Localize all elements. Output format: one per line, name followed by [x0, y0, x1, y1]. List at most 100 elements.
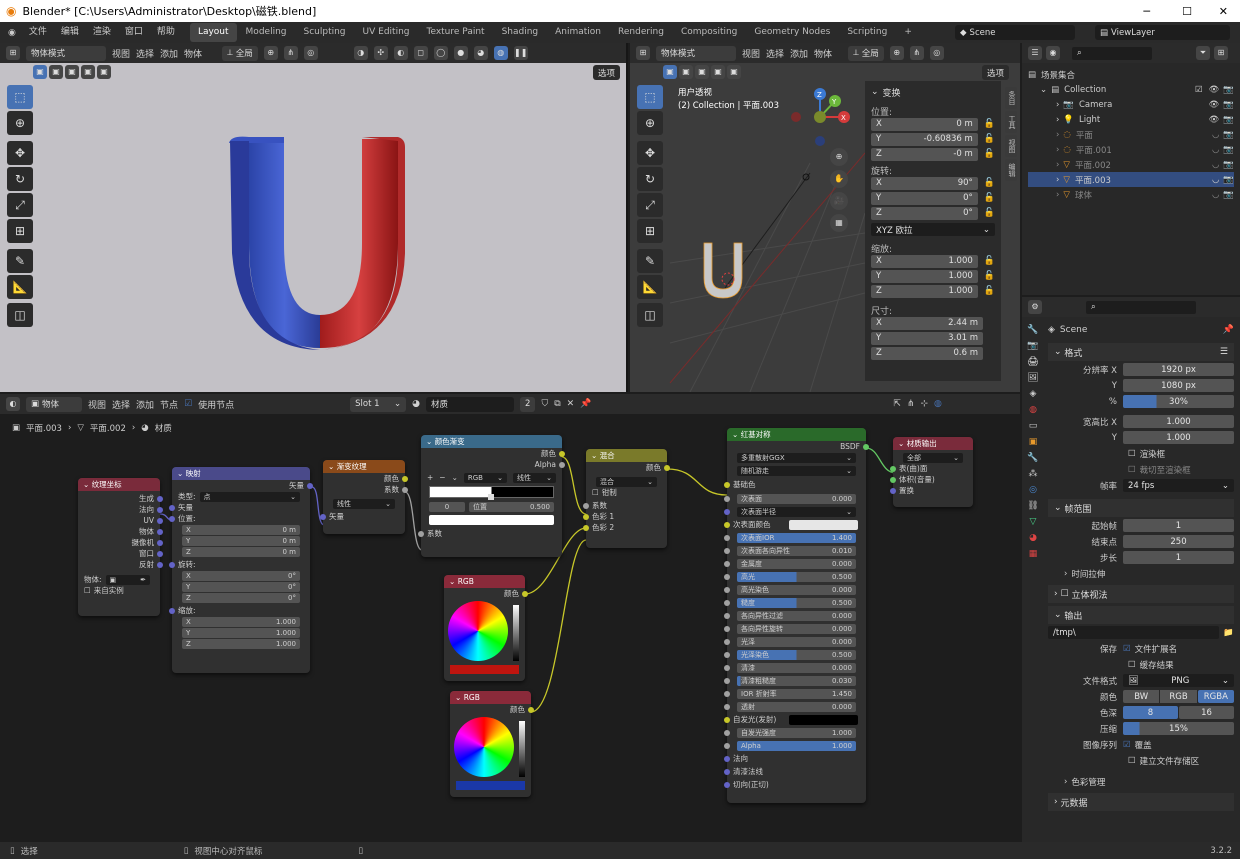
- tab-sculpting[interactable]: Sculpting: [296, 23, 354, 42]
- color-management-subpanel[interactable]: › 色彩管理: [1048, 774, 1234, 789]
- vector-component-field[interactable]: Z0 m: [182, 546, 300, 557]
- world-tab-icon[interactable]: ◍: [1029, 405, 1037, 415]
- checkbox-icon[interactable]: ☐: [1060, 589, 1068, 599]
- socket-icon[interactable]: [863, 443, 869, 450]
- add-stop-icon[interactable]: +: [427, 473, 433, 482]
- socket-icon[interactable]: [169, 504, 175, 511]
- vector-component-field[interactable]: Y0 m: [182, 535, 300, 546]
- bsdf-value-slider[interactable]: 次表面各向异性 0.010: [737, 545, 856, 556]
- physics-tab-icon[interactable]: ◎: [1029, 485, 1037, 495]
- stop-index-field[interactable]: 0: [429, 501, 465, 512]
- color-rgba-button[interactable]: RGBA: [1197, 690, 1234, 703]
- socket-icon[interactable]: [890, 476, 896, 483]
- visibility-eye-icon[interactable]: ◡: [1212, 160, 1219, 170]
- socket-icon[interactable]: [157, 550, 163, 557]
- socket-icon[interactable]: [724, 638, 730, 645]
- visibility-eye-icon[interactable]: 👁: [1209, 115, 1220, 125]
- object-picker[interactable]: ▣ ✒: [105, 574, 150, 585]
- color-rgb-button[interactable]: RGB: [1160, 690, 1197, 703]
- clamp-row[interactable]: ☐ 钳制: [586, 487, 667, 498]
- viewport-left[interactable]: ⊞ 物体模式 视图 选择 添加 物体 ⟂ 全局 ⊕ ⋔ ◎ ◑ ✣ ◐ ◻ ◯ ●…: [0, 43, 628, 392]
- lock-icon[interactable]: 🔓: [984, 286, 995, 296]
- target-dropdown[interactable]: 全部 ⌄: [903, 452, 963, 463]
- stop-position-field[interactable]: 位置 0.500: [469, 501, 554, 512]
- format-section-header[interactable]: ⌄ 格式 ☰: [1048, 343, 1234, 361]
- scale-x-field[interactable]: X 1.000: [871, 254, 978, 268]
- vector-component-field[interactable]: Y 0°: [182, 581, 300, 592]
- metadata-section-header[interactable]: › 元数据: [1048, 793, 1234, 811]
- file-format-dropdown[interactable]: 🖼 PNG ⌄: [1123, 674, 1234, 687]
- rotation-x-field[interactable]: X 90°: [871, 176, 978, 190]
- time-stretch-subpanel[interactable]: › 时间拉伸: [1048, 566, 1234, 581]
- remove-stop-icon[interactable]: −: [439, 473, 445, 482]
- editor-type-icon[interactable]: ⚙: [1028, 300, 1042, 314]
- value-slider[interactable]: [519, 721, 525, 777]
- socket-icon[interactable]: [583, 513, 589, 520]
- transform-panel-header[interactable]: ⌄ 变换: [871, 85, 995, 99]
- node-header[interactable]: ⌄ 渐变纹理: [323, 460, 405, 473]
- expand-chevron-icon[interactable]: ›: [1056, 160, 1059, 170]
- chevron-down-icon[interactable]: ⌄: [452, 473, 458, 482]
- sidebar-tab-item[interactable]: 条目: [1005, 87, 1017, 109]
- socket-icon[interactable]: [528, 706, 534, 713]
- viewlayer-selector[interactable]: ▤ ViewLayer: [1095, 25, 1230, 40]
- socket-icon[interactable]: [583, 524, 589, 531]
- tab-rendering[interactable]: Rendering: [610, 23, 672, 42]
- node-header[interactable]: ⌄ RGB: [450, 691, 531, 704]
- node-mapping[interactable]: ⌄ 映射 矢量 类型: 点 ⌄ 矢量 位置: X0 mY0 mZ0 m 旋转: X0…: [169, 467, 313, 673]
- visibility-eye-icon[interactable]: ◡: [1212, 145, 1219, 155]
- bsdf-value-slider[interactable]: 高光染色 0.000: [737, 584, 856, 595]
- socket-icon[interactable]: [890, 487, 896, 494]
- resolution-y-field[interactable]: 1080 px: [1123, 379, 1234, 392]
- render-camera-icon[interactable]: 📷: [1223, 115, 1234, 125]
- socket-icon[interactable]: [583, 502, 589, 509]
- render-camera-icon[interactable]: 📷: [1223, 145, 1234, 155]
- socket-icon[interactable]: [724, 716, 730, 723]
- outliner-item[interactable]: › ◌ 平面 ◡ 📷: [1028, 127, 1234, 142]
- socket-icon[interactable]: [724, 703, 730, 710]
- lock-icon[interactable]: 🔓: [984, 193, 995, 203]
- socket-icon[interactable]: [402, 475, 408, 482]
- bsdf-value-slider[interactable]: IOR 折射率 1.450: [737, 688, 856, 699]
- render-tab-icon[interactable]: 📷: [1027, 341, 1038, 351]
- bsdf-value-slider[interactable]: 各向异性过滤 0.000: [737, 610, 856, 621]
- rotation-y-field[interactable]: Y 0°: [871, 191, 978, 205]
- compression-slider[interactable]: 15%: [1123, 722, 1234, 735]
- camera-view-icon[interactable]: 🎥: [830, 192, 848, 210]
- socket-icon[interactable]: [724, 664, 730, 671]
- crop-border-row[interactable]: ☐ 裁切至渲染框: [1048, 462, 1234, 477]
- expand-chevron-icon[interactable]: ›: [1056, 175, 1059, 185]
- bsdf-value-slider[interactable]: 次表面IOR 1.400: [737, 532, 856, 543]
- location-x-field[interactable]: X 0 m: [871, 117, 978, 131]
- socket-icon[interactable]: [724, 729, 730, 736]
- minimize-button[interactable]: ─: [1143, 5, 1150, 18]
- pan-hand-icon[interactable]: ✋: [830, 170, 848, 188]
- socket-icon[interactable]: [724, 521, 730, 528]
- socket-icon[interactable]: [724, 573, 730, 580]
- folder-icon[interactable]: 📁: [1223, 628, 1234, 638]
- socket-icon[interactable]: [559, 461, 565, 468]
- socket-icon[interactable]: [522, 590, 528, 597]
- color-bw-button[interactable]: BW: [1123, 690, 1160, 703]
- editor-type-icon[interactable]: ☰: [1028, 46, 1042, 60]
- socket-icon[interactable]: [307, 482, 313, 489]
- bsdf-value-slider[interactable]: Alpha 1.000: [737, 740, 856, 751]
- socket-icon[interactable]: [157, 528, 163, 535]
- render-border-row[interactable]: ☐ 渲染框: [1048, 446, 1234, 461]
- node-header[interactable]: ⌄ 红基对称: [727, 428, 866, 441]
- node-rgb-red[interactable]: ⌄ RGB 颜色: [444, 575, 528, 681]
- from-instancer-row[interactable]: ☐ 来自实例: [78, 585, 160, 596]
- gradient-type-dropdown[interactable]: 线性 ⌄: [333, 498, 395, 509]
- visibility-eye-icon[interactable]: ◡: [1212, 190, 1219, 200]
- lock-icon[interactable]: 🔓: [984, 178, 995, 188]
- socket-icon[interactable]: [402, 486, 408, 493]
- depth-16-button[interactable]: 16: [1179, 706, 1234, 719]
- node-principled-bsdf[interactable]: ⌄ 红基对称 BSDF 多重散射GGX ⌄ 随机游走 ⌄ 基础色 次表面 0.000 次…: [724, 428, 869, 803]
- tab-shading[interactable]: Shading: [494, 23, 547, 42]
- render-camera-icon[interactable]: 📷: [1223, 160, 1234, 170]
- pivot-icon[interactable]: ⊕: [889, 46, 904, 60]
- menu-help[interactable]: 帮助: [150, 22, 182, 43]
- render-camera-icon[interactable]: 📷: [1223, 190, 1234, 200]
- outliner-scene-collection[interactable]: ▤ 场景集合: [1028, 67, 1234, 82]
- outliner-collection[interactable]: ⌄ ▤ Collection ☑ 👁 📷: [1028, 82, 1234, 97]
